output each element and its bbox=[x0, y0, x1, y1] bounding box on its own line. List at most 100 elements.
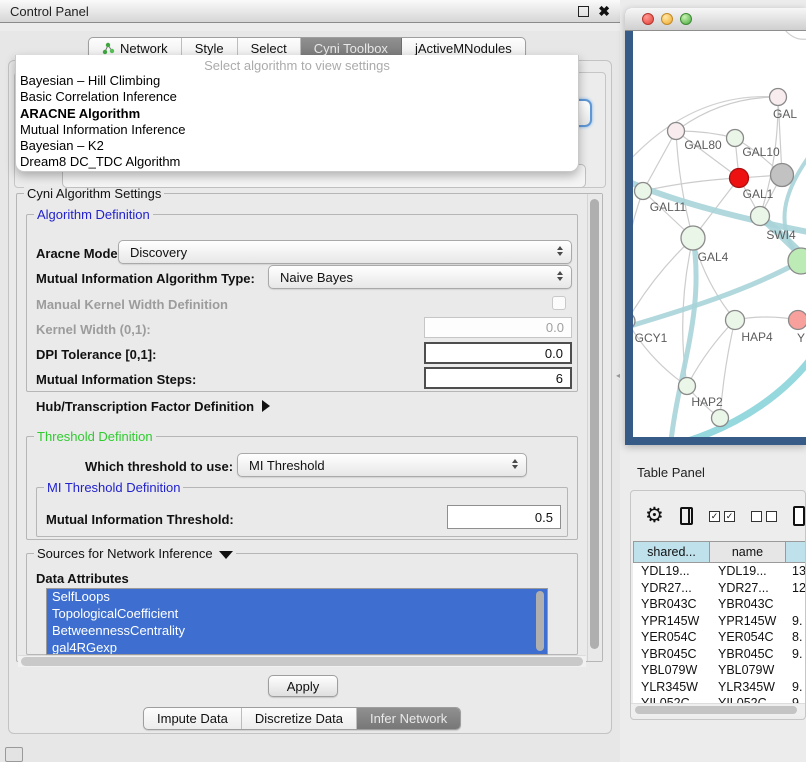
attribute-list-item[interactable]: SelfLoops bbox=[47, 589, 547, 606]
network-window-titlebar[interactable] bbox=[625, 8, 806, 31]
mi-type-label: Mutual Information Algorithm Type: bbox=[36, 271, 255, 286]
select-all-checkboxes-icon[interactable]: ✓✓ bbox=[709, 511, 735, 522]
network-node[interactable] bbox=[770, 89, 787, 106]
table-row[interactable]: YBL079WYBL079W bbox=[633, 662, 806, 679]
table-cell: YBR043C bbox=[633, 596, 710, 613]
table-cell: YBR045C bbox=[710, 646, 786, 663]
zoom-traffic-light-icon[interactable] bbox=[680, 13, 692, 25]
float-window-icon[interactable] bbox=[578, 6, 589, 17]
table-row[interactable]: YBR043CYBR043C bbox=[633, 596, 806, 613]
tab-impute-data[interactable]: Impute Data bbox=[144, 708, 242, 729]
aracne-mode-value: Discovery bbox=[130, 245, 187, 260]
network-node[interactable] bbox=[712, 410, 729, 427]
aracne-mode-combobox[interactable]: Discovery bbox=[118, 240, 572, 264]
dropdown-item[interactable]: Mutual Information Inference bbox=[16, 122, 578, 138]
mi-steps-input[interactable]: 6 bbox=[424, 367, 572, 389]
table-row[interactable]: YER054CYER054C8. bbox=[633, 629, 806, 646]
kernel-width-input[interactable]: 0.0 bbox=[424, 317, 572, 338]
network-node[interactable] bbox=[668, 123, 685, 140]
sources-title-label: Sources for Network Inference bbox=[37, 546, 213, 561]
table-row[interactable]: YLR345WYLR345W9. bbox=[633, 679, 806, 696]
network-node[interactable] bbox=[727, 130, 744, 147]
table-header: shared... name bbox=[633, 541, 806, 563]
settings-hscrollbar-thumb[interactable] bbox=[21, 657, 583, 666]
aracne-mode-label: Aracne Mode: bbox=[36, 246, 122, 261]
kernel-width-value: 0.0 bbox=[546, 320, 564, 335]
network-edge[interactable] bbox=[643, 178, 739, 191]
table-cell: 8. bbox=[786, 629, 806, 646]
mi-threshold-input[interactable]: 0.5 bbox=[447, 505, 561, 529]
cyni-bottom-tabbar: Impute Data Discretize Data Infer Networ… bbox=[143, 707, 461, 730]
node-label: GCY1 bbox=[635, 331, 668, 345]
table-cell: YBL079W bbox=[710, 662, 786, 679]
deselect-all-checkboxes-icon[interactable] bbox=[751, 511, 777, 522]
network-edge[interactable] bbox=[633, 191, 643, 321]
network-node[interactable] bbox=[751, 207, 770, 226]
split-columns-icon[interactable] bbox=[680, 507, 693, 525]
table-row[interactable]: YBR045CYBR045C9. bbox=[633, 646, 806, 663]
pane-resize-handle[interactable]: ◂ bbox=[616, 372, 622, 380]
dropdown-prompt: Select algorithm to view settings bbox=[16, 55, 578, 73]
attribute-list-item[interactable]: BetweennessCentrality bbox=[47, 623, 547, 640]
network-edge[interactable] bbox=[643, 131, 676, 191]
dropdown-item[interactable]: Basic Correlation Inference bbox=[16, 89, 578, 105]
dropdown-item[interactable]: Bayesian – K2 bbox=[16, 138, 578, 154]
dropdown-item[interactable]: Bayesian – Hill Climbing bbox=[16, 73, 578, 89]
network-node[interactable] bbox=[681, 226, 705, 250]
network-node[interactable] bbox=[726, 311, 745, 330]
table-cell: YLR345W bbox=[710, 679, 786, 696]
table-cell: YBR043C bbox=[710, 596, 786, 613]
network-node[interactable] bbox=[788, 248, 806, 274]
table-toolbar: ⚙ ✓✓ bbox=[631, 491, 805, 541]
new-table-icon[interactable] bbox=[793, 506, 805, 526]
chevron-right-icon bbox=[262, 400, 270, 412]
close-traffic-light-icon[interactable] bbox=[642, 13, 654, 25]
column-header-partial[interactable] bbox=[786, 541, 806, 563]
column-header-shared-name[interactable]: shared... bbox=[633, 541, 710, 563]
close-icon[interactable]: ✖ bbox=[598, 6, 610, 17]
which-threshold-combobox[interactable]: MI Threshold bbox=[237, 453, 527, 477]
network-node[interactable] bbox=[771, 164, 794, 187]
panel-collapse-button[interactable] bbox=[5, 747, 23, 762]
table-row[interactable]: YDR27...YDR27...12 bbox=[633, 580, 806, 597]
manual-kernel-checkbox[interactable] bbox=[552, 296, 566, 310]
hub-tf-section-toggle[interactable]: Hub/Transcription Factor Definition bbox=[36, 399, 270, 414]
tab-label: Impute Data bbox=[157, 711, 228, 726]
data-attributes-list[interactable]: SelfLoopsTopologicalCoefficientBetweenne… bbox=[46, 588, 548, 655]
settings-scrollbar-thumb[interactable] bbox=[590, 199, 599, 649]
which-threshold-label: Which threshold to use: bbox=[85, 459, 233, 474]
network-canvas[interactable]: GALGAL80GAL10GAL1GAL11SWI4GAL4GCY1HAP4YH… bbox=[633, 31, 806, 437]
attributes-scrollbar-thumb[interactable] bbox=[536, 591, 544, 651]
dropdown-item[interactable]: ARACNE Algorithm bbox=[16, 106, 578, 122]
table-cell: YPR145W bbox=[633, 613, 710, 630]
network-node[interactable] bbox=[635, 183, 652, 200]
tab-label: Network bbox=[120, 41, 168, 56]
column-header-name[interactable]: name bbox=[710, 541, 786, 563]
table-row[interactable]: YPR145WYPR145W9. bbox=[633, 613, 806, 630]
node-label: GAL11 bbox=[650, 200, 687, 214]
table-hscrollbar-thumb[interactable] bbox=[635, 706, 797, 714]
minimize-traffic-light-icon[interactable] bbox=[661, 13, 673, 25]
attribute-list-item[interactable]: TopologicalCoefficient bbox=[47, 606, 547, 623]
network-node[interactable] bbox=[679, 378, 696, 395]
attribute-list-item[interactable]: gal4RGexp bbox=[47, 640, 547, 655]
network-canvas-svg[interactable]: GALGAL80GAL10GAL1GAL11SWI4GAL4GCY1HAP4YH… bbox=[633, 31, 806, 437]
network-edge-thick[interactable] bbox=[781, 31, 806, 39]
table-row[interactable]: YDL19...YDL19...13 bbox=[633, 563, 806, 580]
dropdown-item[interactable]: Dream8 DC_TDC Algorithm bbox=[16, 154, 578, 170]
network-node[interactable] bbox=[730, 169, 749, 188]
apply-button[interactable]: Apply bbox=[268, 675, 338, 697]
tab-infer-network[interactable]: Infer Network bbox=[357, 708, 460, 729]
dpi-tolerance-input[interactable]: 0.0 bbox=[424, 342, 572, 364]
data-attributes-label: Data Attributes bbox=[36, 571, 129, 586]
gear-icon[interactable]: ⚙ bbox=[645, 506, 664, 526]
mi-type-combobox[interactable]: Naive Bayes bbox=[268, 265, 572, 289]
tab-label: Discretize Data bbox=[255, 711, 343, 726]
mi-threshold-group-title: MI Threshold Definition bbox=[44, 480, 183, 495]
sources-group-title[interactable]: Sources for Network Inference bbox=[34, 546, 236, 561]
node-label: HAP2 bbox=[691, 395, 723, 409]
node-label: SWI4 bbox=[766, 228, 796, 242]
network-node[interactable] bbox=[789, 311, 806, 330]
network-view-window[interactable]: GALGAL80GAL10GAL1GAL11SWI4GAL4GCY1HAP4YH… bbox=[625, 8, 806, 445]
tab-discretize-data[interactable]: Discretize Data bbox=[242, 708, 357, 729]
